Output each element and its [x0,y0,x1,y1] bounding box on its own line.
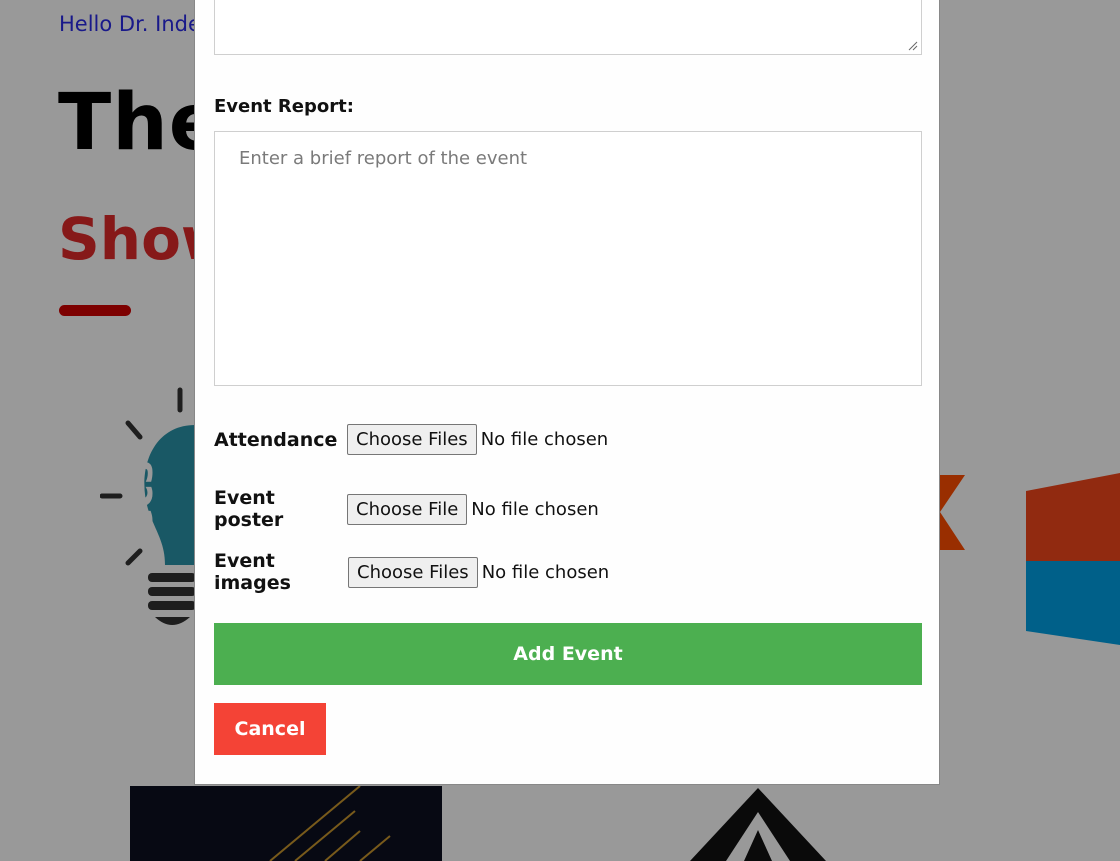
poster-upload-row: Event poster Choose File No file chosen [214,487,599,531]
images-file-status: No file chosen [481,561,610,583]
add-event-modal: Event Report: Attendance Choose Files No… [194,0,940,785]
images-choose-files-button[interactable]: Choose Files [348,556,478,588]
event-report-label: Event Report: [214,96,354,117]
poster-choose-file-button[interactable]: Choose File [347,493,468,525]
attendance-label: Attendance [214,428,338,451]
add-event-button[interactable]: Add Event [214,623,922,685]
event-images-label: Event images [214,550,291,594]
attendance-choose-files-button[interactable]: Choose Files [347,424,477,455]
resize-handle-icon[interactable] [908,41,918,51]
images-upload-row: Event images Choose Files No file chosen [214,550,609,594]
event-report-textarea[interactable] [214,131,922,386]
cancel-button[interactable]: Cancel [214,703,326,755]
event-poster-label: Event poster [214,487,284,531]
attendance-file-status: No file chosen [480,429,609,450]
description-textarea[interactable] [214,0,922,55]
attendance-upload-row: Attendance Choose Files No file chosen [214,424,608,455]
poster-file-status: No file chosen [471,498,599,520]
